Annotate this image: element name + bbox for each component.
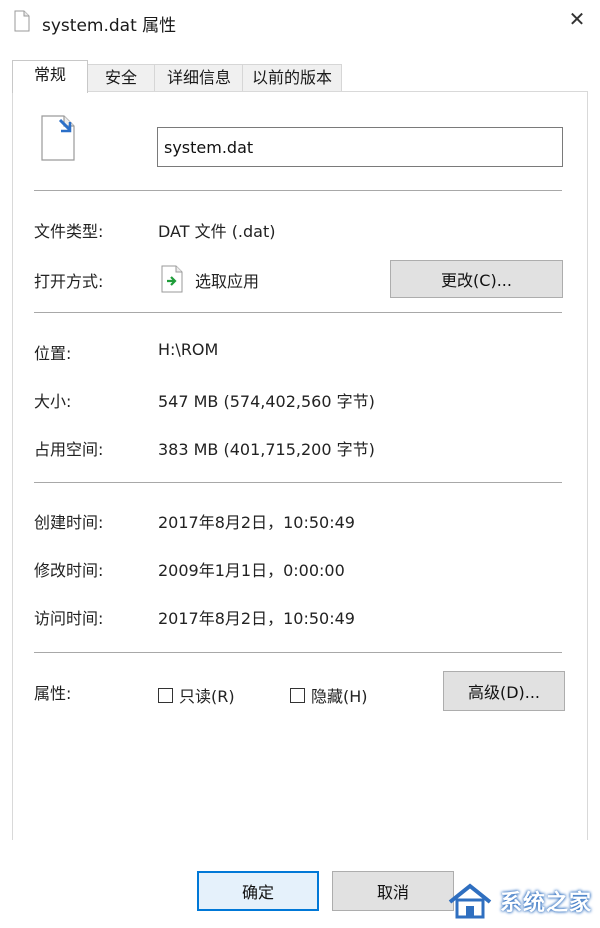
close-button[interactable]: ✕ [554, 0, 600, 38]
tab-security[interactable]: 安全 [86, 64, 156, 91]
file-icon [14, 10, 30, 32]
separator [34, 652, 562, 653]
close-icon: ✕ [568, 7, 586, 31]
file-icon [41, 115, 75, 161]
advanced-button[interactable]: 高级(D)... [443, 671, 565, 711]
separator [34, 190, 562, 191]
hidden-checkbox-box[interactable] [290, 687, 305, 703]
title-bar: system.dat 属性 ✕ [0, 0, 600, 44]
separator [34, 312, 562, 313]
tab-details[interactable]: 详细信息 [154, 64, 244, 91]
size-label: 大小: [34, 392, 72, 411]
location-value: H:\ROM [158, 340, 219, 359]
disk-size-label: 占用空间: [34, 440, 104, 459]
modified-label: 修改时间: [34, 561, 104, 580]
tab-previous-versions[interactable]: 以前的版本 [242, 64, 342, 91]
separator [34, 482, 562, 483]
hidden-checkbox[interactable]: 隐藏(H) [290, 683, 368, 707]
accessed-label: 访问时间: [34, 609, 104, 628]
change-button[interactable]: 更改(C)... [390, 260, 563, 298]
open-with-app-icon [161, 265, 183, 293]
file-type-value: DAT 文件 (.dat) [158, 222, 276, 241]
ok-button[interactable]: 确定 [197, 871, 319, 911]
readonly-label: 只读(R) [179, 687, 235, 706]
location-label: 位置: [34, 344, 72, 363]
size-value: 547 MB (574,402,560 字节) [158, 392, 375, 411]
open-with-value: 选取应用 [195, 272, 260, 291]
tab-general[interactable]: 常规 [12, 60, 88, 93]
file-type-label: 文件类型: [34, 222, 104, 241]
house-logo-icon [448, 883, 492, 919]
accessed-value: 2017年8月2日，10:50:49 [158, 609, 355, 628]
hidden-label: 隐藏(H) [311, 687, 368, 706]
readonly-checkbox-box[interactable] [158, 687, 173, 703]
watermark: 系统之家 [422, 880, 592, 922]
readonly-checkbox[interactable]: 只读(R) [158, 683, 235, 707]
created-label: 创建时间: [34, 513, 104, 532]
general-panel [12, 91, 588, 842]
attributes-label: 属性: [34, 684, 72, 703]
watermark-text: 系统之家 [499, 891, 592, 916]
disk-size-value: 383 MB (401,715,200 字节) [158, 440, 375, 459]
filename-input[interactable] [157, 127, 563, 167]
created-value: 2017年8月2日，10:50:49 [158, 513, 355, 532]
open-with-label: 打开方式: [34, 272, 104, 291]
modified-value: 2009年1月1日，0:00:00 [158, 561, 345, 580]
window-title: system.dat 属性 [42, 16, 177, 36]
